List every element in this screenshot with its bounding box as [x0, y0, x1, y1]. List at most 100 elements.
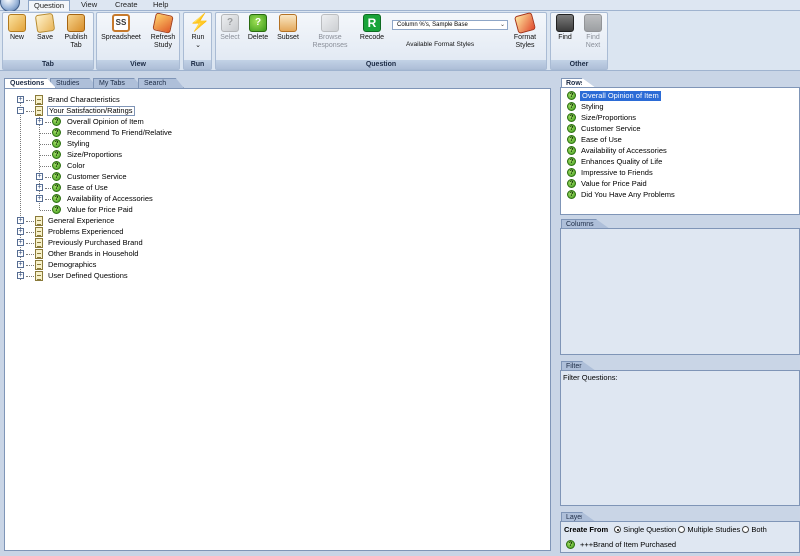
publish-tab-button[interactable]: Publish Tab	[61, 14, 91, 50]
save-button[interactable]: Save	[34, 12, 56, 42]
tree-connector	[40, 144, 51, 145]
recode-button[interactable]: R Recode	[358, 14, 386, 42]
select-button[interactable]: ? Select	[219, 14, 241, 42]
question-icon: ?	[567, 190, 576, 199]
expand-icon[interactable]: +	[17, 228, 24, 235]
tab-studies[interactable]: Studies	[50, 78, 98, 88]
tree-node-other-brands[interactable]: + Other Brands in Household	[17, 249, 317, 259]
format-styles-button[interactable]: Format Styles	[510, 11, 540, 50]
tree-node-your-satisfaction-ratings[interactable]: − Your Satisfaction/Ratings	[17, 106, 317, 116]
single-question-radio[interactable]: Single Question	[614, 525, 676, 534]
tree-node-label: Value for Price Paid	[67, 205, 133, 214]
ribbon-group-question: ? Select ? Delete Subset Browse Response…	[215, 11, 547, 70]
tree-node-overall-opinion[interactable]: + ? Overall Opinion of Item	[36, 117, 336, 127]
filter-panel-tab[interactable]: Filter	[561, 361, 596, 371]
question-icon: ?	[567, 179, 576, 188]
question-icon: ?	[52, 172, 61, 181]
rows-item-label: Styling	[581, 102, 604, 111]
tree-node-label: Other Brands in Household	[48, 249, 139, 258]
ribbon-group-other: Find Find Next Other	[550, 12, 608, 70]
tree-connector	[26, 221, 34, 222]
browse-responses-label: Browse Responses	[312, 34, 348, 49]
select-label: Select	[220, 34, 240, 41]
expand-icon[interactable]: +	[17, 217, 24, 224]
publish-tab-label: Publish Tab	[64, 34, 88, 49]
folder-doc-icon	[35, 260, 43, 270]
tree-node-value-for-price[interactable]: ? Value for Price Paid	[36, 205, 336, 215]
tree-node-availability-accessories[interactable]: + ? Availability of Accessories	[36, 194, 336, 204]
tree-node-styling[interactable]: ? Styling	[36, 139, 336, 149]
folder-doc-icon	[35, 106, 43, 116]
spreadsheet-button[interactable]: SS Spreadsheet	[99, 14, 143, 42]
question-icon: ?	[567, 91, 576, 100]
tree-node-label: General Experience	[48, 216, 115, 225]
folder-doc-icon	[35, 227, 43, 237]
both-radio[interactable]: Both	[742, 525, 767, 534]
expand-icon[interactable]: +	[36, 195, 43, 202]
tree-node-label: User Defined Questions	[48, 271, 128, 280]
refresh-study-button[interactable]: Refresh Study	[147, 12, 179, 50]
radio-icon	[678, 526, 686, 533]
question-icon: ?	[567, 168, 576, 177]
tree-node-user-defined[interactable]: + User Defined Questions	[17, 271, 317, 281]
tree-node-size-proportions[interactable]: ? Size/Proportions	[36, 150, 336, 160]
subset-button[interactable]: Subset	[275, 14, 301, 42]
expand-icon[interactable]: +	[17, 250, 24, 257]
chevron-down-icon[interactable]: ⌄	[195, 42, 201, 49]
expand-icon[interactable]: +	[36, 118, 43, 125]
menu-tab-help[interactable]: Help	[148, 0, 173, 11]
tree-node-recommend[interactable]: ? Recommend To Friend/Relative	[36, 128, 336, 138]
tree-node-ease-of-use[interactable]: + ? Ease of Use	[36, 183, 336, 193]
tab-search[interactable]: Search	[138, 78, 184, 88]
layer-item-label: +++Brand of Item Purchased	[580, 540, 677, 549]
expand-icon[interactable]: +	[17, 272, 24, 279]
recode-icon: R	[363, 14, 381, 32]
expand-icon[interactable]: +	[17, 261, 24, 268]
tree-node-demographics[interactable]: + Demographics	[17, 260, 317, 270]
folder-doc-icon	[35, 271, 43, 281]
tree-node-brand-characteristics[interactable]: + Brand Characteristics	[17, 95, 317, 105]
rows-item-label: Value for Price Paid	[581, 179, 647, 188]
question-icon: ?	[567, 124, 576, 133]
tab-my-tabs[interactable]: My Tabs	[93, 78, 143, 88]
multiple-studies-radio[interactable]: Multiple Studies	[678, 525, 740, 534]
question-icon: ?	[567, 113, 576, 122]
columns-panel-tab[interactable]: Columns	[561, 219, 610, 229]
tree-connector	[26, 111, 34, 112]
browse-responses-button[interactable]: Browse Responses	[308, 14, 352, 50]
layer-panel-tab[interactable]: Layer	[561, 512, 596, 522]
expand-icon[interactable]: +	[17, 239, 24, 246]
tab-questions[interactable]: Questions	[4, 78, 56, 88]
chevron-down-icon[interactable]: ⌄	[500, 21, 505, 29]
run-button[interactable]: ⚡ Run ⌄	[186, 14, 210, 50]
menu-tab-create[interactable]: Create	[110, 0, 143, 11]
find-label: Find	[558, 34, 572, 41]
question-icon: ?	[52, 161, 61, 170]
question-icon: ?	[52, 150, 61, 159]
collapse-icon[interactable]: −	[17, 107, 24, 114]
radio-selected-icon	[614, 526, 622, 533]
both-label: Both	[751, 525, 767, 534]
subset-label: Subset	[277, 34, 299, 41]
format-styles-combo[interactable]: Column %'s, Sample Base ⌄	[392, 20, 508, 30]
new-button[interactable]: New	[7, 14, 27, 42]
rows-panel-tab[interactable]: Rows	[561, 78, 596, 88]
tree-node-customer-service[interactable]: + ? Customer Service	[36, 172, 336, 182]
expand-icon[interactable]: +	[17, 96, 24, 103]
tree-node-problems-experienced[interactable]: + Problems Experienced	[17, 227, 317, 237]
expand-icon[interactable]: +	[36, 184, 43, 191]
delete-button[interactable]: ? Delete	[246, 14, 270, 42]
find-next-button[interactable]: Find Next	[581, 14, 605, 50]
rows-panel: ? Overall Opinion of Item ? Styling ? Si…	[560, 87, 800, 215]
expand-icon[interactable]: +	[36, 173, 43, 180]
tree-node-general-experience[interactable]: + General Experience	[17, 216, 317, 226]
tree-node-color[interactable]: ? Color	[36, 161, 336, 171]
tree-node-previously-purchased-brand[interactable]: + Previously Purchased Brand	[17, 238, 317, 248]
tree-connector	[26, 232, 34, 233]
menu-tab-view[interactable]: View	[76, 0, 102, 11]
tree-connector	[45, 122, 51, 123]
question-icon: ?	[52, 183, 61, 192]
new-icon	[8, 14, 26, 32]
rows-item-label: Availability of Accessories	[581, 146, 667, 155]
find-button[interactable]: Find	[554, 14, 576, 42]
